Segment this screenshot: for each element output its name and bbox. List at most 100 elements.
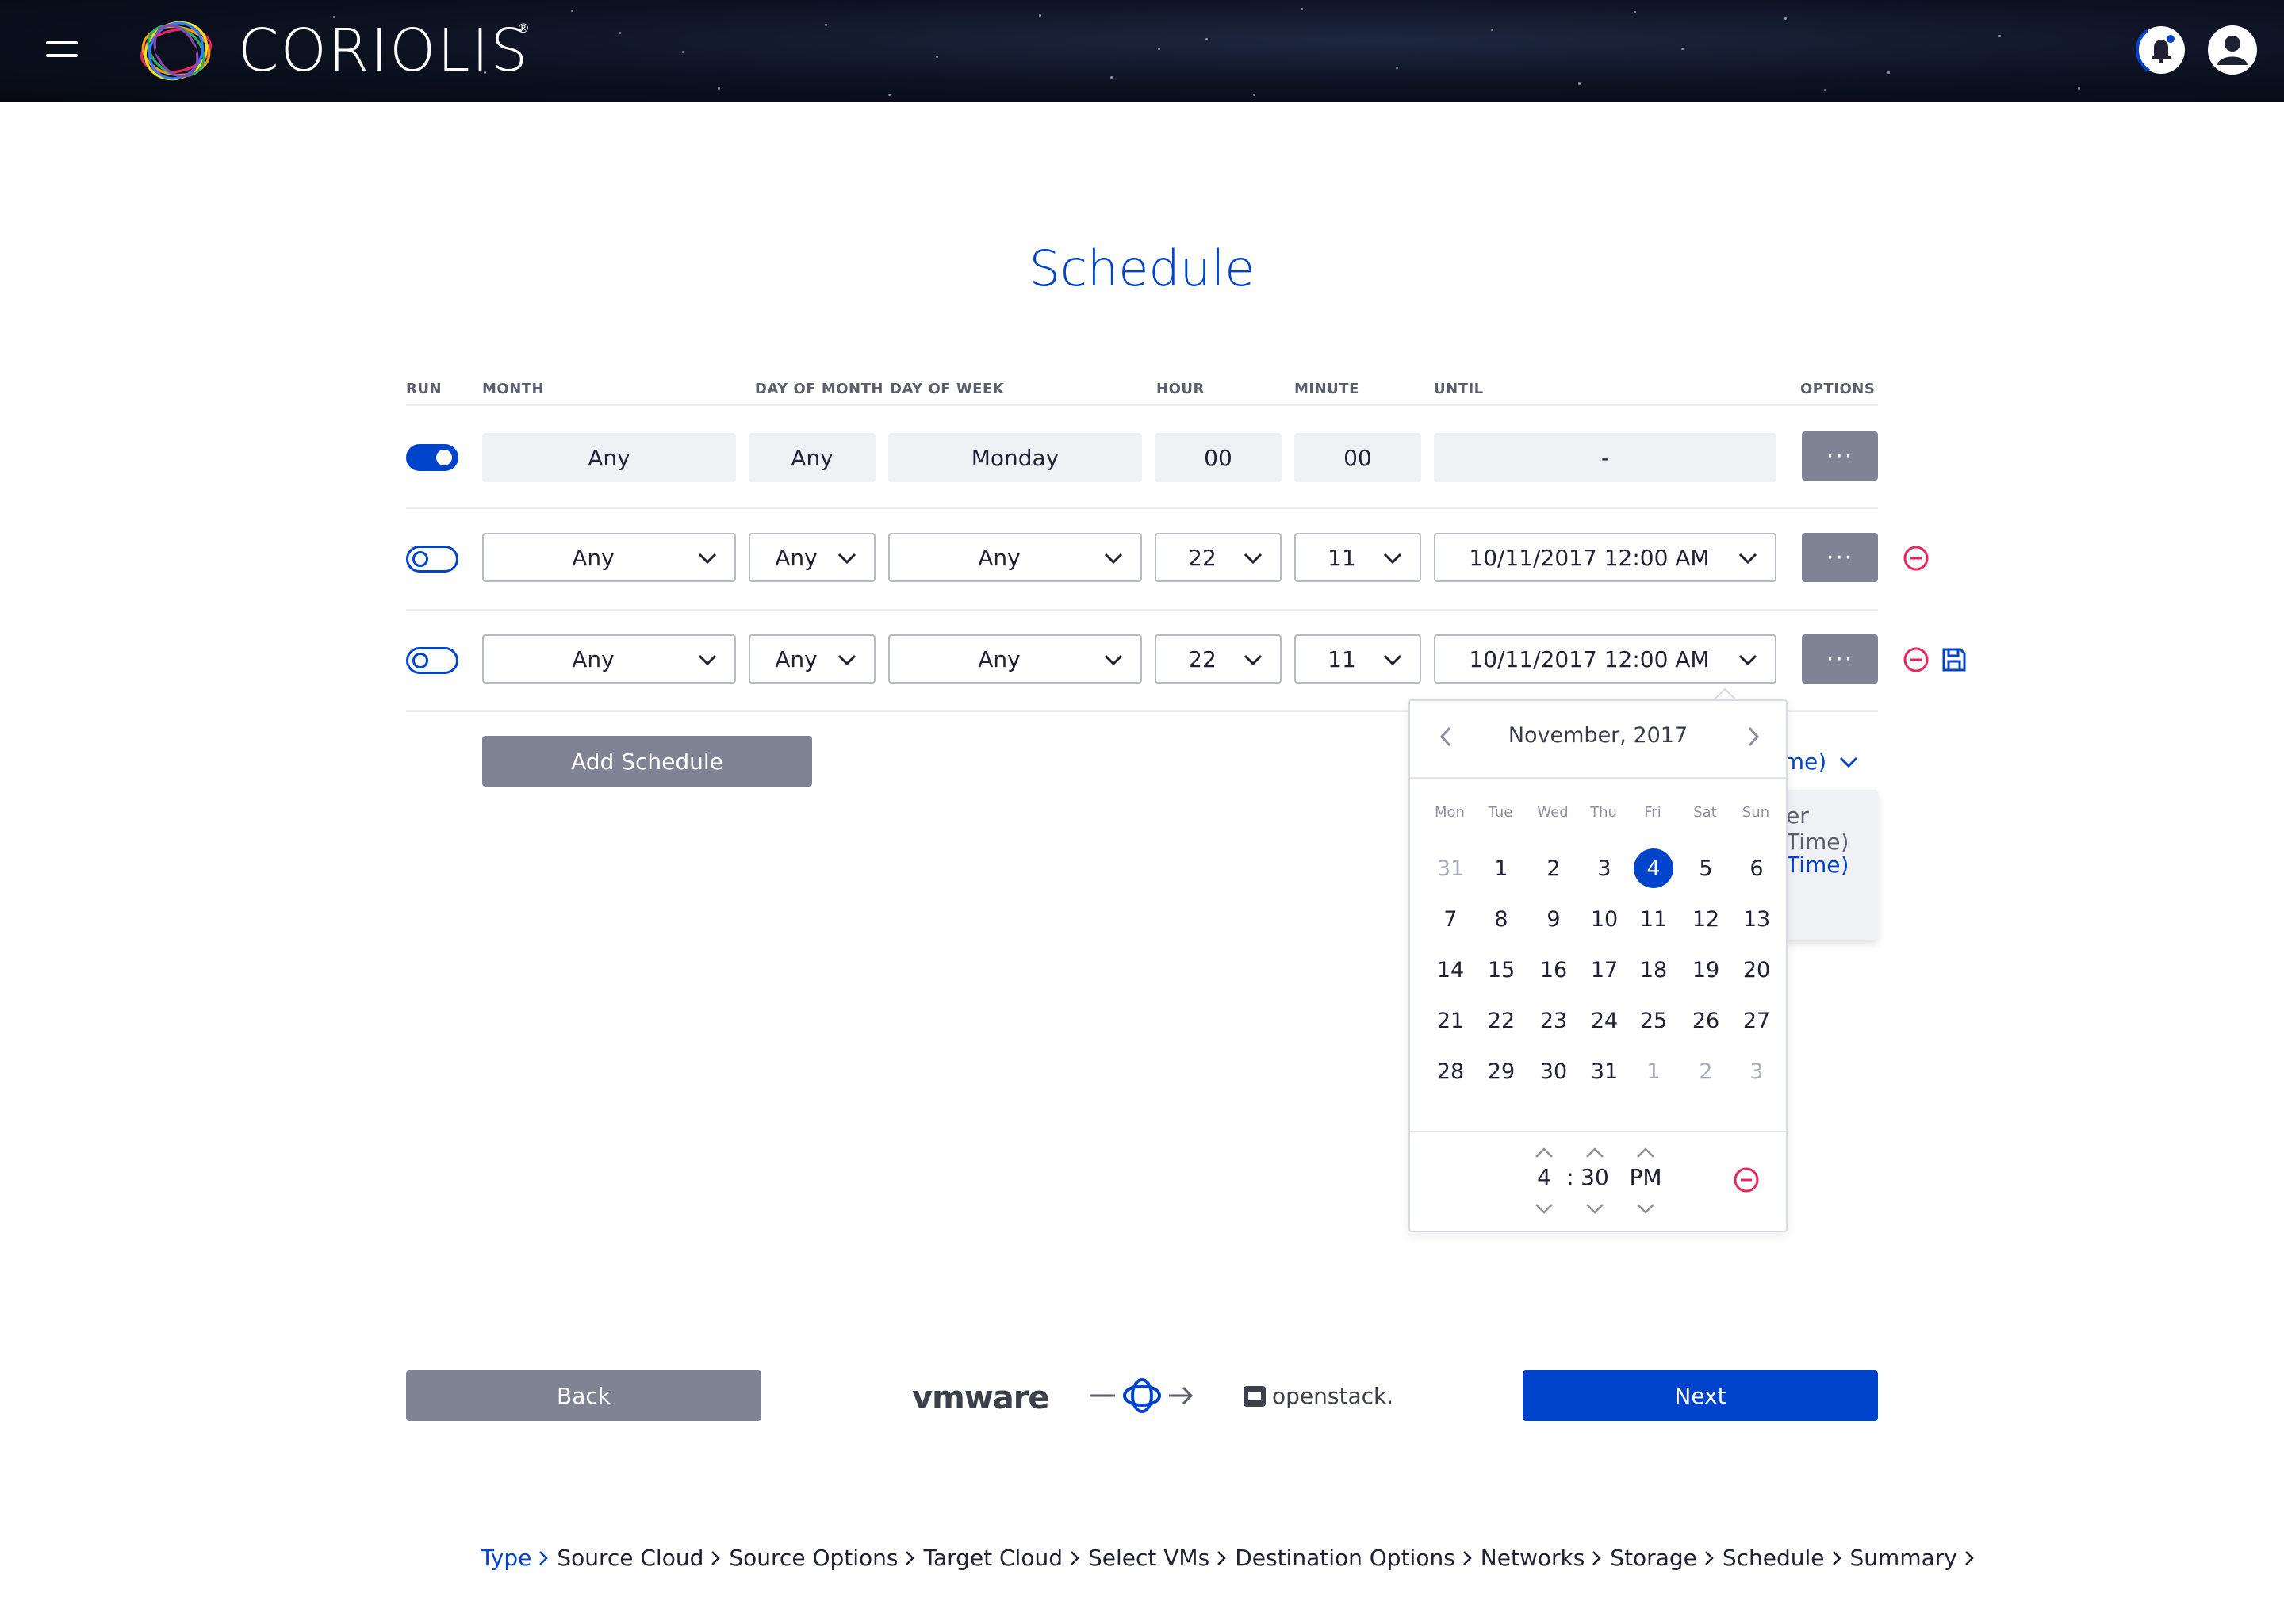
calendar-day[interactable]: 17 [1585, 950, 1624, 990]
minute-up-icon[interactable] [1583, 1145, 1607, 1161]
hour-dropdown-row-3[interactable]: 22 [1155, 634, 1282, 684]
calendar-day[interactable]: 11 [1634, 899, 1673, 939]
calendar-day[interactable]: 2 [1534, 848, 1573, 888]
column-header-until: UNTIL [1434, 381, 1484, 397]
calendar-day[interactable]: 19 [1686, 950, 1726, 990]
until-dropdown-value: 10/11/2017 12:00 AM [1469, 544, 1710, 571]
timezone-option-2[interactable]: Time) [1786, 852, 1849, 878]
breadcrumb-label: Target Cloud [923, 1545, 1063, 1571]
notifications-icon[interactable] [2135, 24, 2187, 76]
calendar-day[interactable]: 12 [1686, 899, 1726, 939]
calendar-day[interactable]: 31 [1431, 848, 1470, 888]
breadcrumb-item[interactable]: Source Cloud [557, 1545, 721, 1571]
options-button-row-3[interactable]: ··· [1802, 634, 1878, 684]
calendar-day[interactable]: 26 [1686, 1001, 1726, 1040]
until-value-row-1: - [1434, 433, 1776, 482]
calendar-day[interactable]: 18 [1634, 950, 1673, 990]
calendar-day[interactable]: 28 [1431, 1051, 1470, 1091]
breadcrumb-item[interactable]: Source Options [729, 1545, 915, 1571]
add-schedule-button[interactable]: Add Schedule [482, 736, 812, 787]
timezone-option-1[interactable]: er Time) [1786, 802, 1878, 855]
calendar-day[interactable]: 23 [1534, 1001, 1573, 1040]
calendar-day[interactable]: 22 [1481, 1001, 1521, 1040]
day-of-week-dropdown-row-3[interactable]: Any [888, 634, 1142, 684]
calendar-day[interactable]: 16 [1534, 950, 1573, 990]
calendar-day[interactable]: 25 [1634, 1001, 1673, 1040]
weekday-label: Wed [1537, 804, 1569, 821]
calendar-day[interactable]: 2 [1686, 1051, 1726, 1091]
calendar-day[interactable]: 27 [1737, 1001, 1776, 1040]
column-header-day-of-month: DAY OF MONTH [755, 381, 883, 397]
breadcrumb-item[interactable]: Target Cloud [923, 1545, 1080, 1571]
breadcrumb-item[interactable]: Schedule [1723, 1545, 1842, 1571]
breadcrumb-item[interactable]: Networks [1481, 1545, 1603, 1571]
migration-arrow-icon [1090, 1378, 1194, 1413]
until-dropdown-row-3[interactable]: 10/11/2017 12:00 AM [1434, 634, 1776, 684]
star-dot [1998, 35, 2001, 37]
hour-up-icon[interactable] [1532, 1145, 1556, 1161]
clear-date-icon[interactable] [1732, 1166, 1761, 1194]
calendar-day[interactable]: 9 [1534, 899, 1573, 939]
calendar-day[interactable]: 3 [1585, 848, 1624, 888]
calendar-day[interactable]: 30 [1534, 1051, 1573, 1091]
column-header-day-of-week: DAY OF WEEK [890, 381, 1005, 397]
calendar-day[interactable]: 14 [1431, 950, 1470, 990]
calendar-day[interactable]: 1 [1634, 1051, 1673, 1091]
openstack-icon [1244, 1385, 1266, 1407]
column-header-hour: HOUR [1156, 381, 1205, 397]
day-of-week-dropdown-row-2[interactable]: Any [888, 533, 1142, 582]
breadcrumb-item[interactable]: Type [481, 1545, 549, 1571]
next-button[interactable]: Next [1523, 1370, 1878, 1421]
breadcrumb-item[interactable]: Storage [1610, 1545, 1715, 1571]
options-button-row-2[interactable]: ··· [1802, 533, 1878, 582]
star-dot [888, 94, 891, 96]
ampm-down-icon[interactable] [1634, 1201, 1657, 1216]
run-toggle-row-1[interactable] [406, 444, 458, 471]
remove-schedule-icon[interactable] [1902, 544, 1930, 573]
month-dropdown-row-3[interactable]: Any [482, 634, 736, 684]
day-of-month-dropdown-row-3[interactable]: Any [749, 634, 876, 684]
calendar-day[interactable]: 6 [1737, 848, 1776, 888]
minute-dropdown-row-3[interactable]: 11 [1294, 634, 1421, 684]
remove-schedule-icon[interactable] [1902, 645, 1930, 674]
breadcrumb-item[interactable]: Select VMs [1088, 1545, 1227, 1571]
month-dropdown-row-2[interactable]: Any [482, 533, 736, 582]
breadcrumb-label: Summary [1849, 1545, 1957, 1571]
hour-down-icon[interactable] [1532, 1201, 1556, 1216]
until-dropdown-row-2[interactable]: 10/11/2017 12:00 AM [1434, 533, 1776, 582]
calendar-day[interactable]: 20 [1737, 950, 1776, 990]
calendar-day[interactable]: 1 [1481, 848, 1521, 888]
ampm-up-icon[interactable] [1634, 1145, 1657, 1161]
back-button[interactable]: Back [406, 1370, 761, 1421]
menu-icon[interactable] [46, 38, 81, 62]
calendar-day[interactable]: 10 [1585, 899, 1624, 939]
calendar-day[interactable]: 15 [1481, 950, 1521, 990]
breadcrumb-item[interactable]: Destination Options [1235, 1545, 1473, 1571]
run-toggle-row-3[interactable] [406, 647, 458, 674]
calendar-day[interactable]: 7 [1431, 899, 1470, 939]
breadcrumb-item[interactable]: Summary [1850, 1545, 1975, 1571]
weekday-label: Sat [1693, 804, 1717, 821]
next-month-icon[interactable] [1742, 723, 1765, 750]
chevron-down-icon [1244, 654, 1263, 666]
minute-down-icon[interactable] [1583, 1201, 1607, 1216]
calendar-day[interactable]: 13 [1737, 899, 1776, 939]
calendar-day[interactable]: 29 [1481, 1051, 1521, 1091]
minute-dropdown-row-2[interactable]: 11 [1294, 533, 1421, 582]
calendar-day[interactable]: 4 [1634, 848, 1673, 888]
day-of-month-dropdown-row-2[interactable]: Any [749, 533, 876, 582]
chevron-right-icon [1217, 1550, 1226, 1565]
calendar-day[interactable]: 24 [1585, 1001, 1624, 1040]
calendar-day[interactable]: 5 [1686, 848, 1726, 888]
options-button-row-1[interactable]: ··· [1802, 431, 1878, 481]
user-avatar-icon[interactable] [2206, 24, 2259, 76]
run-toggle-row-2[interactable] [406, 546, 458, 573]
calendar-day[interactable]: 31 [1585, 1051, 1624, 1091]
calendar-day[interactable]: 21 [1431, 1001, 1470, 1040]
save-icon[interactable] [1940, 645, 1968, 674]
timezone-selector[interactable]: ime) [1776, 749, 1859, 775]
datepicker-divider [1410, 777, 1786, 779]
hour-dropdown-row-2[interactable]: 22 [1155, 533, 1282, 582]
calendar-day[interactable]: 3 [1737, 1051, 1776, 1091]
calendar-day[interactable]: 8 [1481, 899, 1521, 939]
